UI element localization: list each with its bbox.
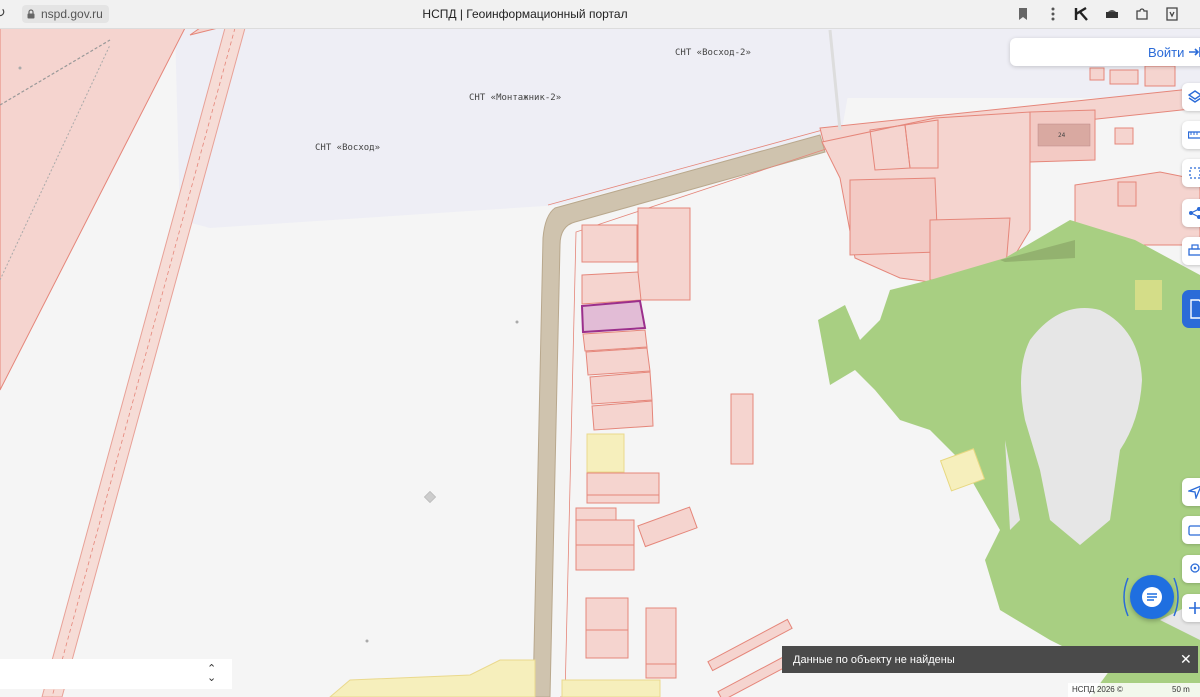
dot-point-2 <box>365 639 369 643</box>
selected-parcel[interactable] <box>580 299 647 334</box>
parcel-tiny-1[interactable] <box>1089 67 1105 81</box>
parcel-tiny-2[interactable] <box>1109 69 1139 85</box>
ruler-button[interactable] <box>1182 121 1200 149</box>
parcel-r5[interactable] <box>585 347 651 376</box>
scale-label: 50 m <box>1172 685 1190 694</box>
parcel-r9[interactable] <box>586 494 660 504</box>
print-button[interactable] <box>1182 237 1200 265</box>
print-icon <box>1188 244 1200 256</box>
parcel-r11[interactable] <box>575 519 635 546</box>
chevron-updown-icon[interactable]: ⌃ ⌄ <box>207 664 216 684</box>
label-snt-voskhod2: СНТ «Восход-2» <box>675 48 751 58</box>
parcel-r12[interactable] <box>575 544 635 571</box>
bookmark-icon[interactable] <box>1015 6 1031 22</box>
dot-point-3 <box>18 66 22 70</box>
zoom-in-icon <box>1189 602 1200 614</box>
parcel-r1[interactable] <box>581 224 638 263</box>
attribution-text: НСПД 2026 © <box>1072 685 1123 694</box>
toast-message: Данные по объекту не найдены <box>793 654 955 666</box>
parcel-r14[interactable] <box>730 393 754 465</box>
parcel-r8[interactable] <box>586 472 660 496</box>
label-snt-montazhnik2: СНТ «Монтажник-2» <box>469 93 561 103</box>
parcel-small-ne[interactable] <box>1114 127 1134 145</box>
parcel-tiny-3[interactable] <box>1144 65 1176 87</box>
browser-toolbar: ↻ nspd.gov.ru НСПД | Геоинформационный п… <box>0 0 1200 29</box>
chat-button[interactable] <box>1130 575 1174 619</box>
layers-icon <box>1188 90 1200 103</box>
yellow-area-bottom[interactable] <box>329 659 536 697</box>
more-options-icon[interactable] <box>1045 6 1061 22</box>
parcel-r10[interactable] <box>575 507 617 521</box>
layer-select[interactable]: ⌃ ⌄ <box>0 659 232 689</box>
card-button[interactable] <box>1182 516 1200 544</box>
parcel-ne-far-inner[interactable] <box>1117 181 1137 207</box>
parcel-r7[interactable] <box>591 400 654 431</box>
label-snt-voskhod: СНТ «Восход» <box>315 143 380 153</box>
parcel-r3[interactable] <box>581 271 642 305</box>
snt-zone <box>175 28 860 228</box>
yellow-patch-small[interactable] <box>1135 280 1162 310</box>
marker-point[interactable] <box>423 490 437 504</box>
document-icon <box>1190 299 1200 319</box>
parcel-r15[interactable] <box>585 597 629 631</box>
share-button[interactable] <box>1182 199 1200 227</box>
area-select-button[interactable] <box>1182 159 1200 187</box>
map-attribution: НСПД 2026 © 50 m <box>1068 683 1200 697</box>
login-label: Войти <box>1148 45 1185 60</box>
yellow-area-bottom-2[interactable] <box>561 679 661 697</box>
dot-point-1 <box>515 320 519 324</box>
extension-hat-icon[interactable] <box>1104 6 1120 22</box>
parcel-r6[interactable] <box>589 371 653 405</box>
page-title: НСПД | Геоинформационный портал <box>422 7 628 21</box>
building-number-label: 24 <box>1058 132 1066 139</box>
parcel-ne-a[interactable] <box>849 177 939 256</box>
parcel-r17[interactable] <box>645 607 677 665</box>
area-select-icon <box>1189 167 1200 179</box>
login-arrow-icon <box>1189 47 1200 57</box>
extensions-puzzle-icon[interactable] <box>1134 6 1150 22</box>
notification-toast: Данные по объекту не найдены ✕ <box>782 646 1198 673</box>
pin-icon <box>1190 563 1200 573</box>
downloads-icon[interactable] <box>1164 6 1180 22</box>
extension-k-icon[interactable] <box>1074 6 1090 22</box>
parcel-r4[interactable] <box>582 329 648 352</box>
locate-icon <box>1188 485 1200 499</box>
locate-button[interactable] <box>1182 478 1200 506</box>
parcel-r18[interactable] <box>645 663 677 679</box>
login-button[interactable]: Войти <box>1010 38 1200 66</box>
parcel-r13[interactable] <box>637 506 698 548</box>
chat-icon <box>1142 587 1162 607</box>
close-icon[interactable]: ✕ <box>1180 651 1192 668</box>
card-icon <box>1188 525 1200 536</box>
map-canvas[interactable]: 24 СНТ «Восход-2» СНТ «Монтажник-2» СНТ … <box>0 28 1200 697</box>
map-layer[interactable]: 24 СНТ «Восход-2» СНТ «Монтажник-2» СНТ … <box>0 28 1200 697</box>
parcel-r2[interactable] <box>637 207 691 301</box>
ruler-icon <box>1188 131 1200 139</box>
zoom-in-button[interactable] <box>1182 594 1200 622</box>
pin-button[interactable] <box>1182 555 1200 583</box>
yellow-parcel[interactable] <box>586 433 625 473</box>
parcel-r16[interactable] <box>585 629 629 659</box>
layers-button[interactable] <box>1182 83 1200 111</box>
share-icon <box>1189 207 1200 219</box>
map-mode-button[interactable] <box>1182 290 1200 328</box>
